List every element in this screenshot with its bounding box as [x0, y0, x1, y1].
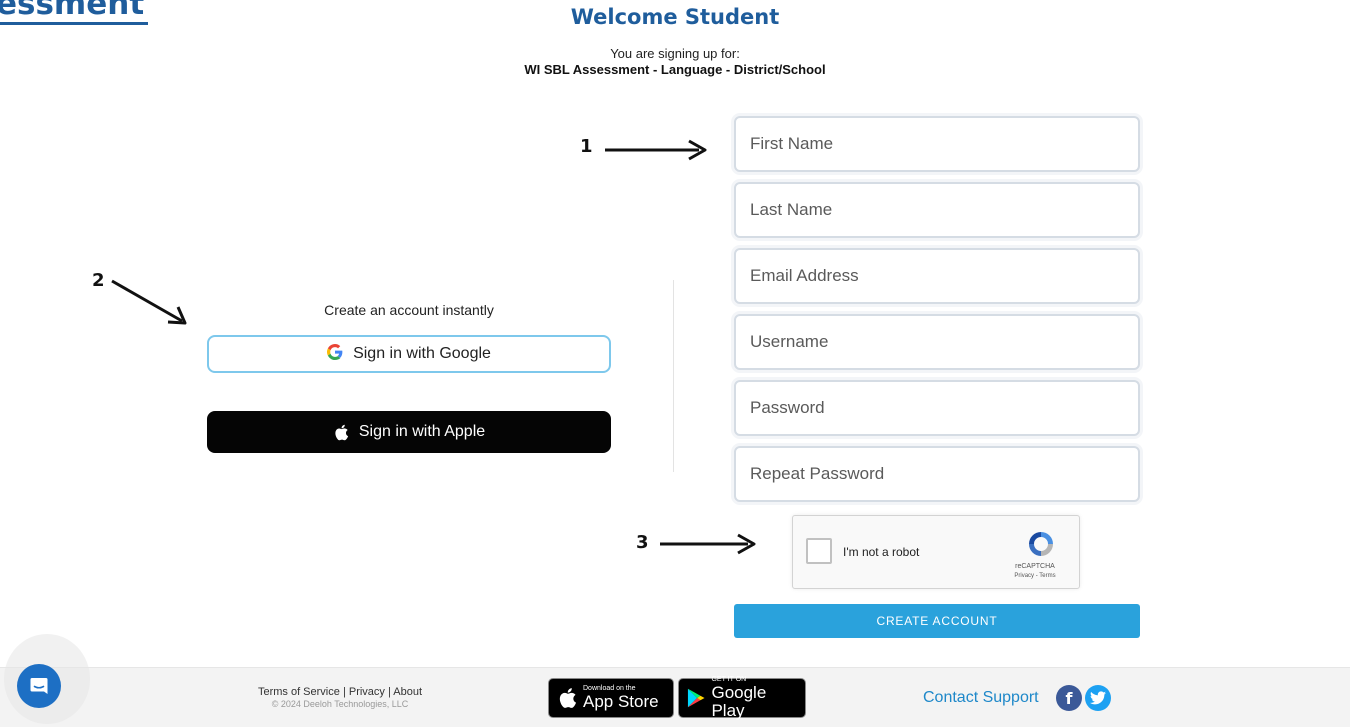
- last-name-input[interactable]: [734, 182, 1140, 238]
- apple-icon: [333, 424, 349, 441]
- twitter-bird-icon: [1090, 691, 1106, 705]
- assessment-name: WI SBL Assessment - Language - District/…: [524, 62, 826, 77]
- annotation-arrow-1: [605, 139, 707, 161]
- google-play-icon: [687, 688, 705, 708]
- signup-page: essment Welcome Student You are signing …: [0, 0, 1350, 727]
- first-name-input[interactable]: [734, 116, 1140, 172]
- annotation-number-1: 1: [580, 136, 593, 157]
- chat-bubble-icon: [30, 678, 48, 694]
- apple-store-icon: [559, 688, 577, 708]
- footer-separator: |: [342, 686, 346, 698]
- privacy-link[interactable]: Privacy: [349, 686, 385, 698]
- recaptcha-label: I'm not a robot: [843, 545, 920, 559]
- vertical-divider: [673, 280, 674, 472]
- recaptcha-brand: reCAPTCHA: [1015, 563, 1055, 570]
- signing-up-label: You are signing up for:: [610, 46, 740, 61]
- facebook-icon[interactable]: f: [1056, 685, 1082, 711]
- password-input[interactable]: [734, 380, 1140, 436]
- email-input[interactable]: [734, 248, 1140, 304]
- about-link[interactable]: About: [393, 686, 422, 698]
- annotation-number-2: 2: [92, 270, 105, 291]
- google-g-icon: [327, 343, 343, 365]
- google-button-label: Sign in with Google: [353, 345, 491, 362]
- app-store-text: Download on the App Store: [583, 685, 659, 711]
- copyright-text: © 2024 Deeloh Technologies, LLC: [271, 699, 409, 709]
- chat-launcher-button[interactable]: [17, 664, 61, 708]
- footer: [0, 667, 1350, 727]
- app-store-big-text: App Store: [583, 692, 659, 711]
- recaptcha-widget: I'm not a robot reCAPTCHA Privacy - Term…: [792, 515, 1080, 589]
- username-input[interactable]: [734, 314, 1140, 370]
- google-play-text: GET IT ON Google Play: [711, 676, 797, 720]
- create-account-button[interactable]: CREATE ACCOUNT: [734, 604, 1140, 638]
- sign-in-with-apple-button[interactable]: Sign in with Apple: [207, 411, 611, 453]
- google-play-big-text: Google Play: [711, 683, 767, 720]
- recaptcha-checkbox[interactable]: [806, 538, 832, 564]
- welcome-heading: Welcome Student: [570, 5, 780, 29]
- terms-of-service-link[interactable]: Terms of Service: [258, 686, 340, 698]
- create-account-instantly-label: Create an account instantly: [324, 302, 494, 318]
- twitter-icon[interactable]: [1085, 685, 1111, 711]
- sign-in-with-google-button[interactable]: Sign in with Google: [207, 335, 611, 373]
- footer-links: Terms of Service | Privacy | About: [240, 686, 440, 698]
- apple-button-label: Sign in with Apple: [358, 423, 486, 440]
- annotation-number-3: 3: [636, 532, 649, 553]
- footer-separator: |: [387, 686, 391, 698]
- app-store-badge[interactable]: Download on the App Store: [548, 678, 674, 718]
- annotation-arrow-3: [660, 533, 756, 555]
- google-play-badge[interactable]: GET IT ON Google Play: [678, 676, 806, 720]
- annotation-arrow-2: [111, 279, 187, 325]
- recaptcha-logo-icon: [1029, 532, 1053, 556]
- repeat-password-input[interactable]: [734, 446, 1140, 502]
- contact-support-link[interactable]: Contact Support: [923, 689, 1039, 707]
- recaptcha-privacy-terms[interactable]: Privacy - Terms: [993, 573, 1077, 579]
